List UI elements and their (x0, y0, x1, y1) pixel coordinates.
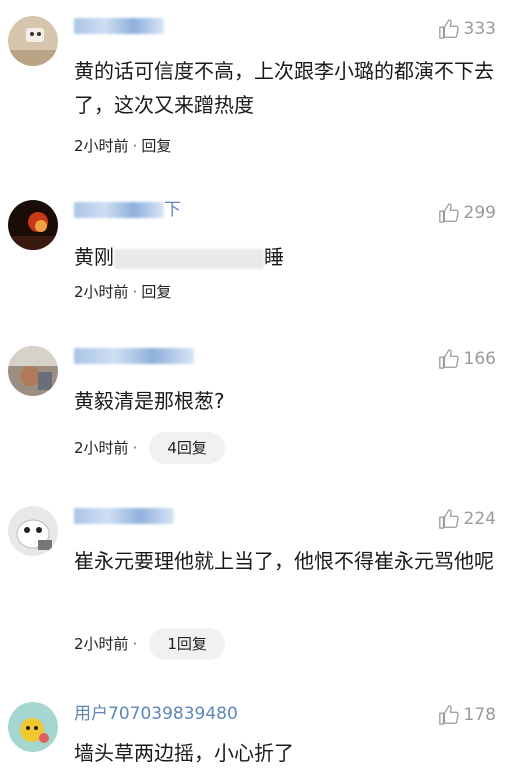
comment-text-visible: 黄刚 (74, 245, 114, 269)
like-count: 299 (463, 203, 496, 223)
avatar-image (8, 16, 58, 66)
avatar[interactable] (8, 702, 58, 752)
comment-meta: 2小时前 · 回复 (74, 276, 171, 308)
separator: · (132, 635, 138, 653)
comment-text: 崔永元要理他就上当了，他恨不得崔永元骂他呢 (74, 549, 494, 573)
like-button[interactable]: 299 (438, 200, 496, 226)
username[interactable]: 下 (74, 198, 181, 222)
avatar[interactable] (8, 506, 58, 556)
thumbs-up-icon (438, 509, 459, 529)
thumbs-up-icon (438, 203, 459, 223)
like-button[interactable]: 166 (438, 346, 496, 372)
avatar-image (8, 200, 58, 250)
thumbs-up-icon (438, 349, 459, 369)
like-count: 166 (463, 349, 496, 369)
thumbs-up-icon (438, 705, 459, 725)
username[interactable] (74, 344, 194, 368)
separator: · (132, 283, 138, 301)
like-count: 178 (463, 705, 496, 725)
timestamp: 2小时前 (74, 635, 129, 653)
comment-meta: 2小时前 · 1回复 (74, 628, 225, 660)
avatar[interactable] (8, 346, 58, 396)
comment-text-tail: 睡 (264, 245, 284, 269)
username[interactable] (74, 504, 174, 528)
comment-meta: 2小时前 · 回复 (74, 130, 171, 162)
like-count: 224 (463, 509, 496, 529)
comment-text: 黄毅清是那根葱? (74, 389, 225, 413)
thumbs-up-icon (438, 19, 459, 39)
avatar[interactable] (8, 16, 58, 66)
timestamp: 2小时前 (74, 137, 129, 155)
like-count: 333 (463, 19, 496, 39)
like-button[interactable]: 224 (438, 506, 496, 532)
reply-count-button[interactable]: 4回复 (149, 432, 225, 464)
reply-count-button[interactable]: 1回复 (149, 628, 225, 660)
avatar[interactable] (8, 200, 58, 250)
timestamp: 2小时前 (74, 283, 129, 301)
username[interactable] (74, 14, 164, 38)
comment-text: 黄刚 睡 (74, 240, 494, 274)
avatar-image (8, 506, 58, 556)
comment-meta: 2小时前 · 4回复 (74, 432, 225, 464)
censored-region (114, 248, 264, 269)
username[interactable]: 用户707039839480 (74, 702, 238, 726)
reply-link[interactable]: 回复 (141, 276, 171, 308)
like-button[interactable]: 178 (438, 702, 496, 728)
reply-link[interactable]: 回复 (141, 130, 171, 162)
like-button[interactable]: 333 (438, 16, 496, 42)
avatar-image (8, 346, 58, 396)
timestamp: 2小时前 (74, 439, 129, 457)
separator: · (132, 137, 138, 155)
avatar-image (8, 702, 58, 752)
comment-text: 黄的话可信度不高，上次跟李小璐的都演不下去了，这次又来蹭热度 (74, 59, 494, 117)
separator: · (132, 439, 138, 457)
